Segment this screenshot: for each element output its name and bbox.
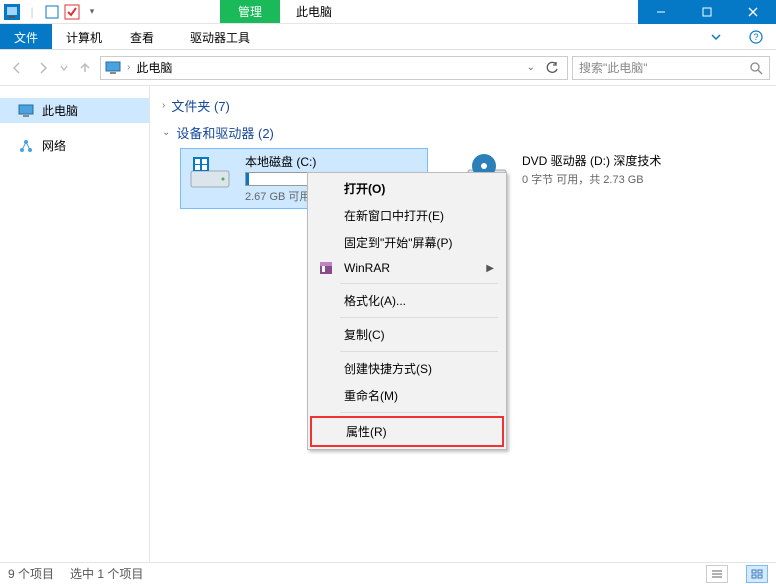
qat-separator-icon: | bbox=[24, 4, 40, 20]
ctx-separator bbox=[340, 283, 498, 284]
chevron-right-icon: › bbox=[162, 100, 165, 111]
breadcrumb-separator-icon: › bbox=[127, 62, 130, 73]
ctx-item-rename[interactable]: 重命名(M) bbox=[310, 382, 504, 409]
quick-access-toolbar: | ▾ bbox=[0, 0, 100, 23]
ribbon-tab-computer[interactable]: 计算机 bbox=[52, 24, 116, 49]
close-button[interactable] bbox=[730, 0, 776, 24]
ctx-item-create-shortcut[interactable]: 创建快捷方式(S) bbox=[310, 355, 504, 382]
nav-back-button[interactable] bbox=[6, 57, 28, 79]
nav-forward-button[interactable] bbox=[32, 57, 54, 79]
sidebar-item-network[interactable]: 网络 bbox=[0, 133, 149, 158]
minimize-button[interactable] bbox=[638, 0, 684, 24]
drive-usage-fill bbox=[246, 173, 249, 185]
drive-name: DVD 驱动器 (D:) 深度技术 bbox=[522, 152, 702, 169]
group-header-label: 设备和驱动器 (2) bbox=[176, 123, 274, 142]
network-icon bbox=[18, 138, 34, 154]
group-header-folders[interactable]: › 文件夹 (7) bbox=[162, 96, 764, 115]
sidebar-item-label: 网络 bbox=[42, 137, 66, 154]
nav-recent-button[interactable] bbox=[58, 57, 70, 79]
submenu-arrow-icon: ▶ bbox=[486, 263, 494, 274]
sidebar-item-this-pc[interactable]: 此电脑 bbox=[0, 98, 149, 123]
pc-icon bbox=[105, 60, 121, 76]
nav-up-button[interactable] bbox=[74, 57, 96, 79]
ribbon-tab-view[interactable]: 查看 bbox=[116, 24, 168, 49]
svg-text:?: ? bbox=[753, 32, 758, 42]
titlebar: | ▾ 管理 此电脑 bbox=[0, 0, 776, 24]
ctx-item-copy[interactable]: 复制(C) bbox=[310, 321, 504, 348]
navigation-pane: 此电脑 网络 bbox=[0, 86, 150, 562]
search-icon[interactable] bbox=[749, 61, 763, 75]
ribbon-tabs: 文件 计算机 查看 驱动器工具 ? bbox=[0, 24, 776, 50]
navigation-row: › 此电脑 ⌄ 搜索"此电脑" bbox=[0, 50, 776, 86]
winrar-icon bbox=[318, 260, 334, 276]
status-selected-count: 选中 1 个项目 bbox=[70, 565, 143, 582]
drive-subtitle: 0 字节 可用，共 2.73 GB bbox=[522, 171, 702, 187]
chevron-down-icon: ⌄ bbox=[162, 127, 170, 138]
ctx-item-label: WinRAR bbox=[344, 261, 390, 275]
address-bar[interactable]: › 此电脑 ⌄ bbox=[100, 56, 568, 80]
ctx-separator bbox=[340, 317, 498, 318]
ctx-item-format[interactable]: 格式化(A)... bbox=[310, 287, 504, 314]
context-menu: 打开(O) 在新窗口中打开(E) 固定到"开始"屏幕(P) WinRAR ▶ 格… bbox=[307, 172, 507, 450]
ctx-separator bbox=[340, 351, 498, 352]
drive-name: 本地磁盘 (C:) bbox=[245, 153, 423, 170]
window-title: 此电脑 bbox=[280, 0, 348, 23]
ctx-item-winrar[interactable]: WinRAR ▶ bbox=[310, 256, 504, 280]
ribbon-tab-drive-tools[interactable]: 驱动器工具 bbox=[176, 24, 264, 49]
group-header-label: 文件夹 (7) bbox=[171, 96, 230, 115]
sidebar-item-label: 此电脑 bbox=[42, 102, 78, 119]
ctx-item-open-new-window[interactable]: 在新窗口中打开(E) bbox=[310, 202, 504, 229]
refresh-icon[interactable] bbox=[541, 61, 563, 75]
ctx-item-properties[interactable]: 属性(R) bbox=[310, 416, 504, 447]
app-icon bbox=[4, 4, 20, 20]
pc-icon bbox=[18, 103, 34, 119]
group-folders: › 文件夹 (7) bbox=[162, 96, 764, 115]
breadcrumb-this-pc[interactable]: 此电脑 bbox=[136, 59, 172, 76]
search-box[interactable]: 搜索"此电脑" bbox=[572, 56, 770, 80]
ribbon-help-button[interactable]: ? bbox=[736, 24, 776, 49]
disk-icon bbox=[185, 153, 235, 193]
status-item-count: 9 个项目 bbox=[8, 565, 54, 582]
window-controls bbox=[638, 0, 776, 23]
qat-checkbox-icon[interactable] bbox=[64, 4, 80, 20]
ribbon-expand-button[interactable] bbox=[696, 24, 736, 49]
manage-tab-label: 管理 bbox=[238, 3, 262, 20]
ctx-item-pin-start[interactable]: 固定到"开始"屏幕(P) bbox=[310, 229, 504, 256]
group-header-devices[interactable]: ⌄ 设备和驱动器 (2) bbox=[162, 123, 764, 142]
view-details-button[interactable] bbox=[706, 565, 728, 583]
ctx-item-open[interactable]: 打开(O) bbox=[310, 175, 504, 202]
ctx-separator bbox=[340, 412, 498, 413]
search-placeholder: 搜索"此电脑" bbox=[579, 59, 648, 76]
status-bar: 9 个项目 选中 1 个项目 bbox=[0, 562, 776, 584]
qat-properties-icon[interactable] bbox=[44, 4, 60, 20]
qat-dropdown-icon[interactable]: ▾ bbox=[84, 4, 100, 20]
ribbon-context-tab-manage[interactable]: 管理 bbox=[220, 0, 280, 23]
ribbon-tab-file[interactable]: 文件 bbox=[0, 24, 52, 49]
address-dropdown-icon[interactable]: ⌄ bbox=[523, 62, 539, 73]
maximize-button[interactable] bbox=[684, 0, 730, 24]
view-large-icons-button[interactable] bbox=[746, 565, 768, 583]
